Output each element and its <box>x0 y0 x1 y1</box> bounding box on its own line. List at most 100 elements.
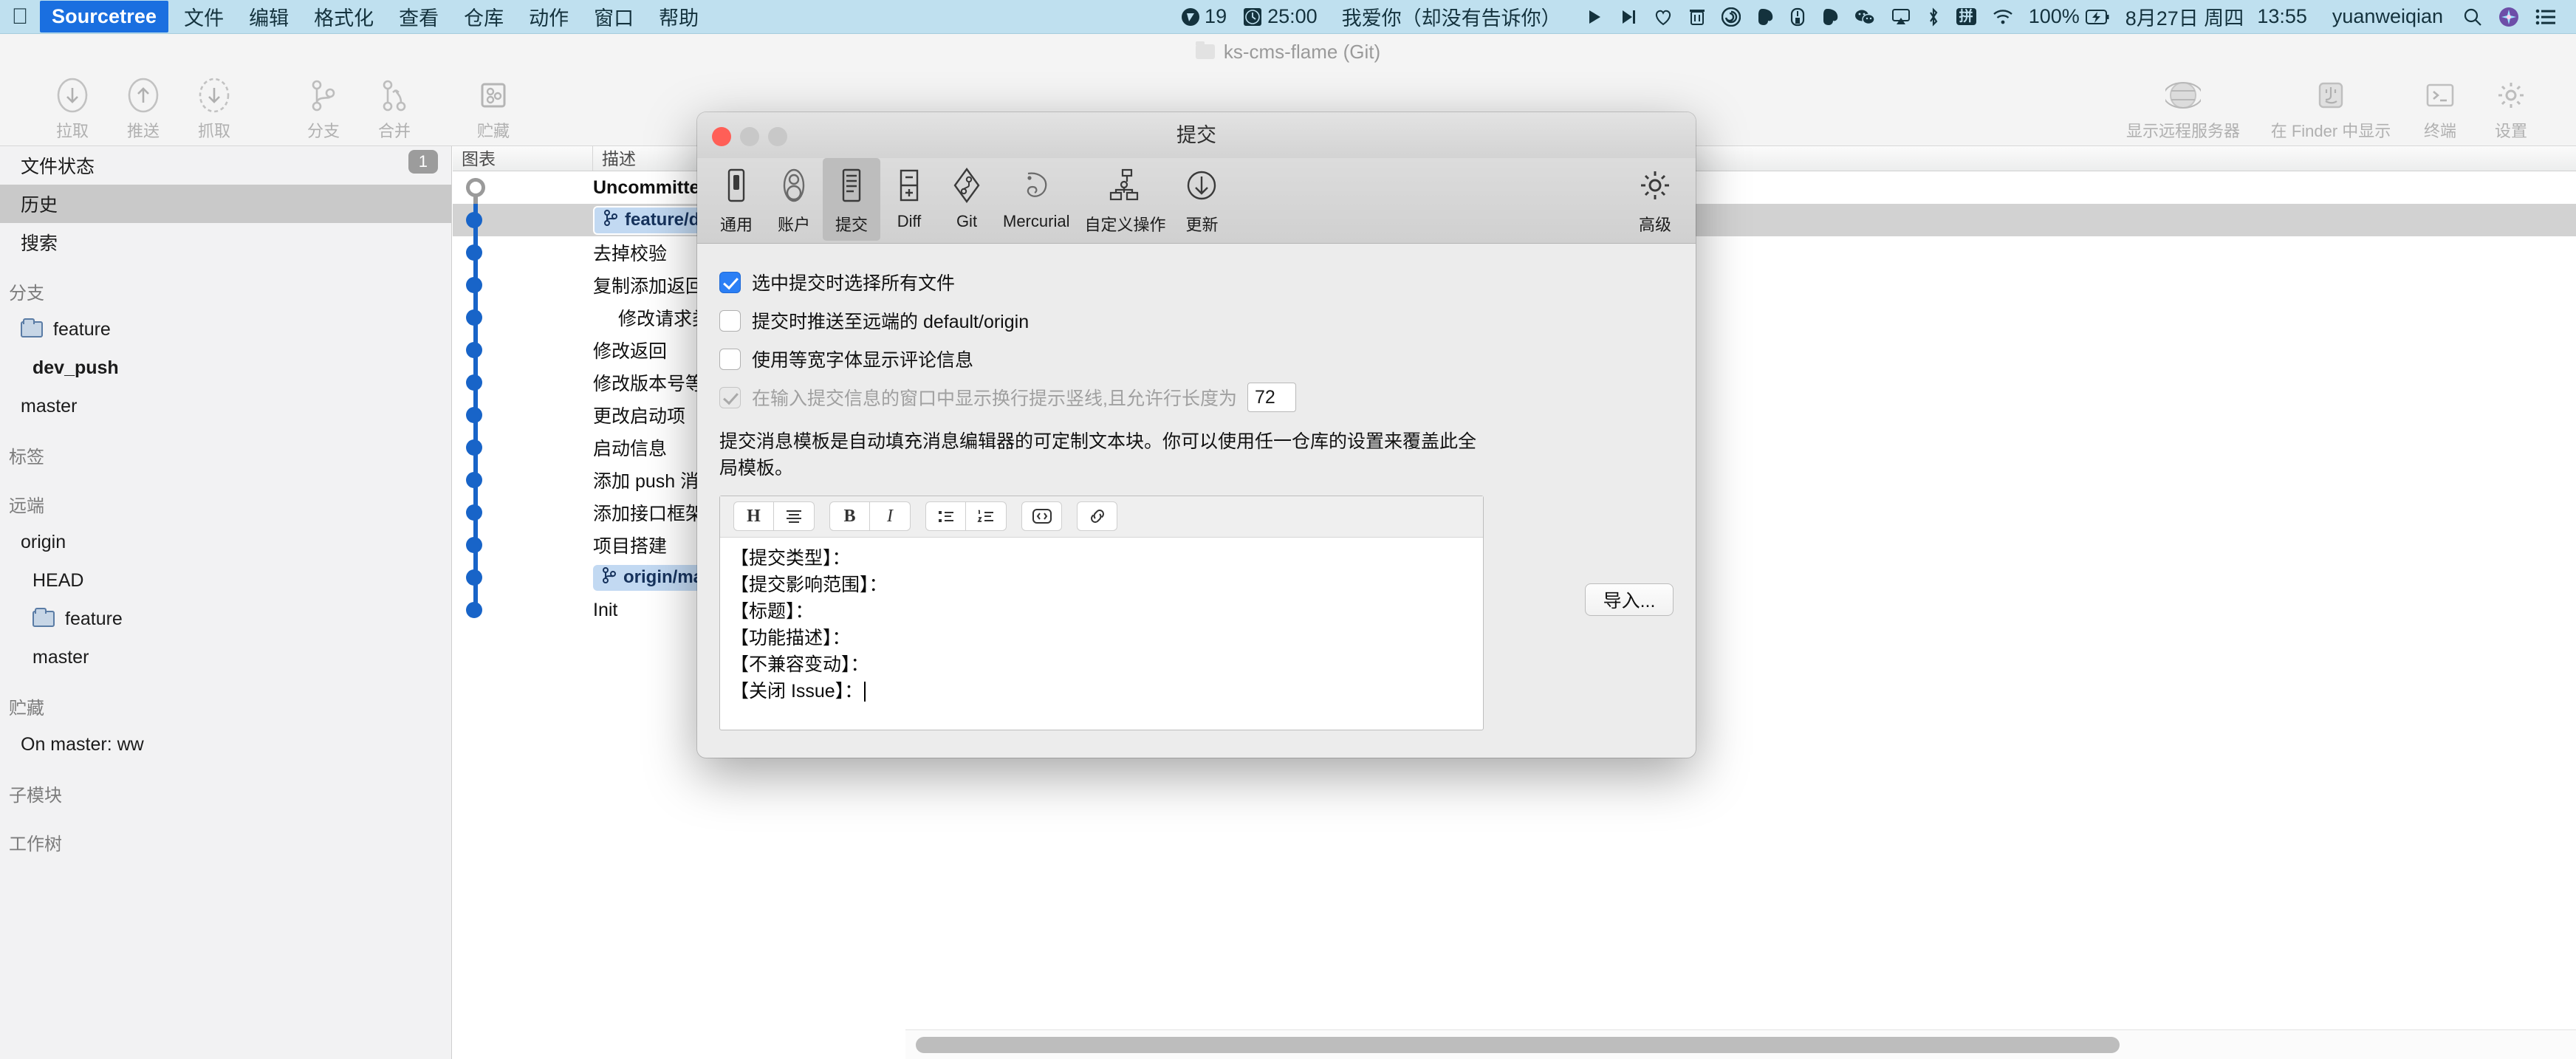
menu-item-window[interactable]: 窗口 <box>581 0 646 35</box>
bullet-list-icon[interactable] <box>925 501 966 531</box>
bold-icon[interactable]: B <box>829 501 870 531</box>
toolbar-button-stash[interactable]: 贮藏 <box>458 75 529 142</box>
sidebar-item-history[interactable]: 历史 <box>0 185 451 223</box>
play-icon[interactable] <box>1578 8 1611 26</box>
tab-diff[interactable]: Diff <box>880 158 938 241</box>
horizontal-scrollbar[interactable] <box>905 1029 2576 1059</box>
bluetooth-icon[interactable] <box>1919 7 1948 27</box>
sidebar-group-submodules: 子模块 <box>0 774 451 812</box>
align-icon[interactable] <box>774 501 815 531</box>
option-select-all-files[interactable]: 选中提交时选择所有文件 <box>719 263 1674 301</box>
sidebar-item-remote-head[interactable]: HEAD <box>0 561 451 600</box>
italic-icon[interactable]: I <box>870 501 911 531</box>
menu-item-file[interactable]: 文件 <box>171 0 236 35</box>
commit-template-editor[interactable]: H B I 【提交类型】： 【提交影响范围】： 【标题】： 【功能描述】： 【不… <box>719 495 1484 730</box>
toolbar-button-terminal[interactable]: 终端 <box>2405 75 2476 142</box>
sidebar-item-search[interactable]: 搜索 <box>0 223 451 261</box>
numbered-list-icon[interactable] <box>966 501 1007 531</box>
evernote-icon[interactable] <box>1749 7 1781 27</box>
now-playing-title[interactable]: 我爱你（却没有告诉你） <box>1326 2 1578 31</box>
menubar-date[interactable]: 8月27日 周四 <box>2117 2 2252 31</box>
tab-mercurial[interactable]: Mercurial <box>996 158 1077 241</box>
minimize-button[interactable] <box>740 127 759 146</box>
zoom-button[interactable] <box>768 127 787 146</box>
tab-general[interactable]: 通用 <box>708 158 765 241</box>
tab-commit[interactable]: 提交 <box>823 158 880 241</box>
sidebar-item-remote-origin[interactable]: origin <box>0 523 451 561</box>
ime-icon[interactable]: 拼 <box>1948 7 1984 26</box>
editor-toolbar[interactable]: H B I <box>720 496 1483 538</box>
sidebar-item-stash-on-master[interactable]: On master: ww <box>0 725 451 764</box>
gear-icon <box>1637 161 1673 210</box>
sidebar-item-branch-feature-folder[interactable]: feature <box>0 310 451 349</box>
menu-item-help[interactable]: 帮助 <box>646 0 711 35</box>
menu-item-actions[interactable]: 动作 <box>516 0 581 35</box>
link-icon[interactable] <box>1077 501 1117 531</box>
preferences-dialog[interactable]: 提交 通用 账户 提交 Diff Git Mercurial 自定义操作 更新 … <box>697 112 1696 758</box>
toolbar-button-fetch[interactable]: 抓取 <box>179 75 250 142</box>
toolbar-button-show-remote[interactable]: 显示远程服务器 <box>2109 75 2257 142</box>
apple-menu-icon[interactable]:  <box>0 4 40 30</box>
toolbar-button-push[interactable]: 推送 <box>108 75 179 142</box>
option-push-on-commit[interactable]: 提交时推送至远端的 default/origin <box>719 301 1674 340</box>
preferences-tab-bar[interactable]: 通用 账户 提交 Diff Git Mercurial 自定义操作 更新 高级 <box>697 158 1696 244</box>
wifi-icon[interactable] <box>1984 9 2021 25</box>
wechat-icon[interactable] <box>1846 8 1883 26</box>
menu-item-view[interactable]: 查看 <box>386 0 451 35</box>
tab-label-general: 通用 <box>719 216 753 234</box>
menu-item-format[interactable]: 格式化 <box>301 0 386 35</box>
column-header-graph[interactable]: 图表 <box>453 146 593 171</box>
code-icon[interactable] <box>1021 501 1062 531</box>
heading-icon[interactable]: H <box>733 501 774 531</box>
tab-custom-actions[interactable]: 自定义操作 <box>1077 158 1173 241</box>
close-button[interactable] <box>712 127 731 146</box>
toolbar-button-branch[interactable]: 分支 <box>288 75 359 142</box>
bartender-icon[interactable] <box>1781 7 1814 27</box>
import-button[interactable]: 导入... <box>1585 583 1674 616</box>
battery-percent[interactable]: 100% <box>2021 5 2084 28</box>
sidebar-item-branch-master[interactable]: master <box>0 387 451 425</box>
sidebar-item-remote-master[interactable]: master <box>0 638 451 676</box>
option-monospace-font[interactable]: 使用等宽字体显示评论信息 <box>719 340 1674 378</box>
checkbox-monospace-font[interactable] <box>719 348 741 370</box>
battery-icon[interactable] <box>2084 9 2117 25</box>
sidebar-item-file-status[interactable]: 文件状态 1 <box>0 146 451 185</box>
spiral-music-icon[interactable] <box>1713 7 1749 27</box>
trash-icon[interactable] <box>1681 8 1713 26</box>
sidebar-item-remote-feature-folder[interactable]: feature <box>0 600 451 638</box>
checkbox-select-all-files[interactable] <box>719 271 741 293</box>
toolbar-button-pull[interactable]: 拉取 <box>37 75 108 142</box>
graph-node <box>466 602 482 618</box>
checkbox-push-on-commit[interactable] <box>719 309 741 332</box>
heart-icon[interactable] <box>1645 8 1681 26</box>
tab-advanced[interactable]: 高级 <box>1626 158 1684 241</box>
menubar-time[interactable]: 13:55 <box>2251 5 2320 28</box>
sidebar-label-remotes: 远端 <box>9 496 44 516</box>
control-center-icon[interactable] <box>2527 9 2564 25</box>
menu-item-edit[interactable]: 编辑 <box>236 0 301 35</box>
menu-app-name[interactable]: Sourcetree <box>40 1 169 32</box>
tab-updates[interactable]: 更新 <box>1173 158 1230 241</box>
toolbar-button-show-in-finder[interactable]: 在 Finder 中显示 <box>2257 75 2405 142</box>
globe-icon <box>2165 75 2201 115</box>
toolbar-button-settings[interactable]: 设置 <box>2476 75 2546 142</box>
left-sidebar[interactable]: 文件状态 1 历史 搜索 分支 feature dev_push master … <box>0 146 452 1059</box>
next-track-icon[interactable] <box>1611 8 1645 26</box>
airplay-icon[interactable] <box>1883 8 1919 26</box>
sidebar-label-head: HEAD <box>32 569 84 591</box>
menubar-user[interactable]: yuanweiqian <box>2320 5 2455 28</box>
sidebar-item-branch-dev-push[interactable]: dev_push <box>0 349 451 387</box>
push-icon <box>126 75 161 115</box>
tab-accounts[interactable]: 账户 <box>765 158 823 241</box>
timer-status[interactable]: 25:00 <box>1235 5 1326 28</box>
tab-git[interactable]: Git <box>938 158 996 241</box>
template-text-area[interactable]: 【提交类型】： 【提交影响范围】： 【标题】： 【功能描述】： 【不兼容变动】：… <box>720 538 1483 730</box>
toolbar-button-merge[interactable]: 合并 <box>359 75 430 142</box>
wrap-width-input[interactable]: 72 <box>1247 383 1296 412</box>
evernote-icon-2[interactable] <box>1814 7 1846 27</box>
scrollbar-thumb[interactable] <box>916 1036 2120 1053</box>
search-icon[interactable] <box>2455 7 2490 27</box>
siri-icon[interactable] <box>2490 7 2527 27</box>
menu-item-repository[interactable]: 仓库 <box>451 0 516 35</box>
bandwidth-status[interactable]: 19 <box>1173 5 1235 28</box>
